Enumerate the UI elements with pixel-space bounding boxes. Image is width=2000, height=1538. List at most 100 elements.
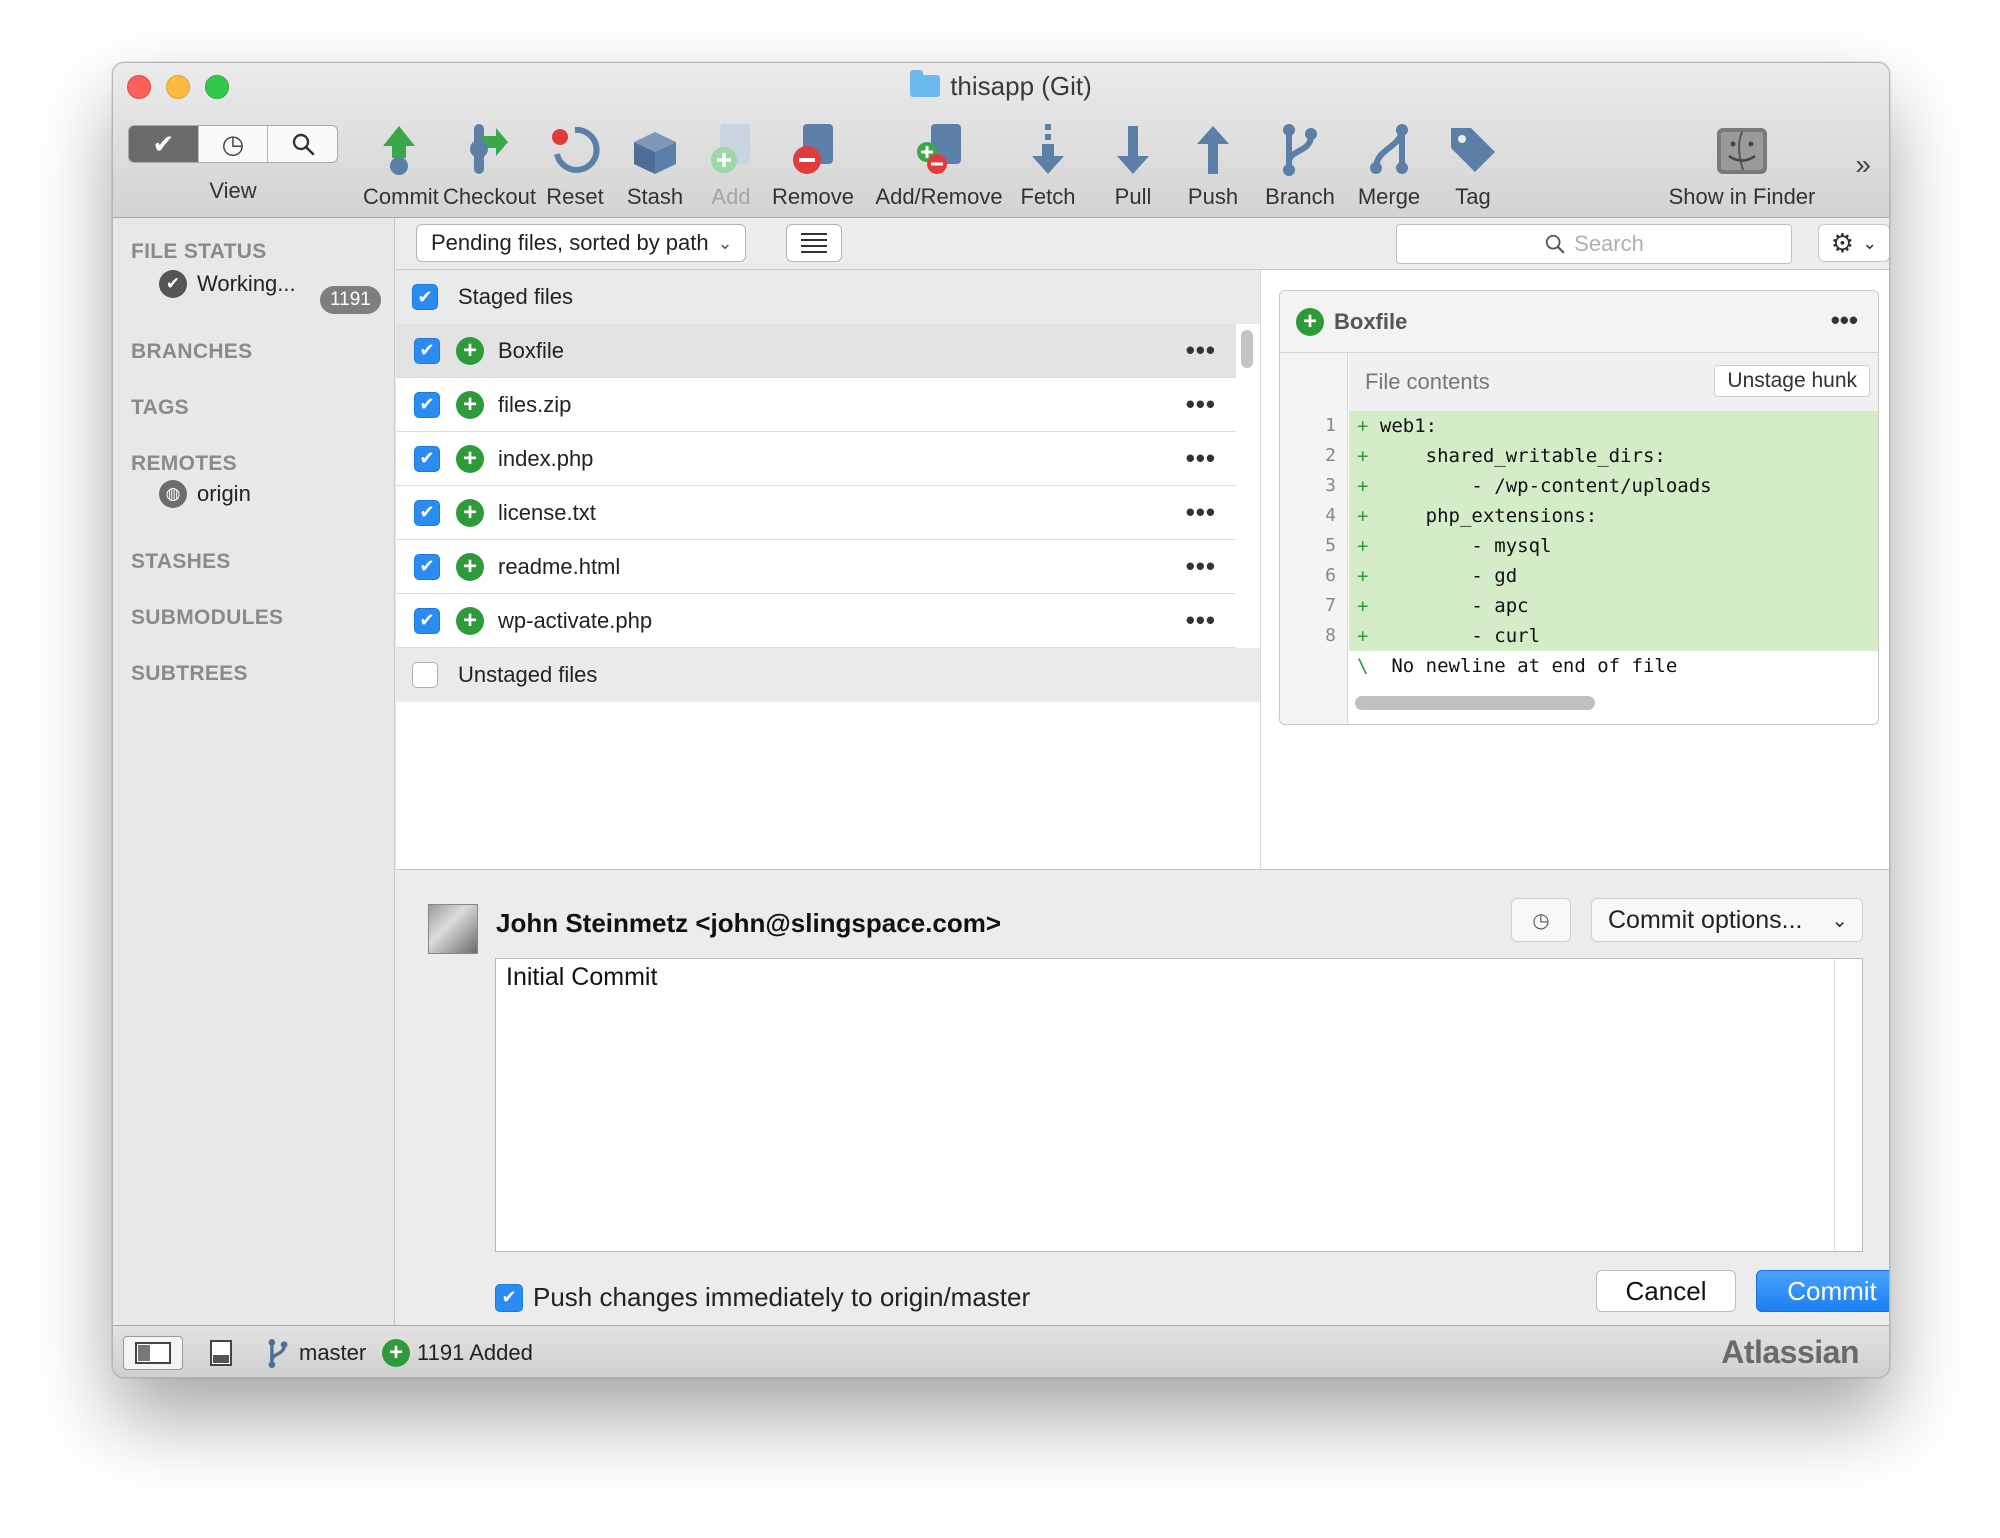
more-actions-icon[interactable]: •••: [1186, 605, 1216, 636]
titlebar-toolbar: thisapp (Git) ✔ ◷ View Commit Checkout R…: [113, 63, 1889, 218]
commit-history-button[interactable]: ◷: [1511, 898, 1571, 942]
checkout-icon: [470, 124, 508, 174]
search-view-button[interactable]: [268, 126, 337, 162]
commit-message-field[interactable]: Initial Commit: [495, 958, 1863, 1252]
hunk-header: File contents Unstage hunk: [1349, 353, 1878, 411]
file-sort-dropdown[interactable]: Pending files, sorted by path ⌄: [416, 224, 746, 262]
toolbar-remove-button[interactable]: Remove: [765, 118, 861, 210]
toolbar-overflow-button[interactable]: »: [1855, 149, 1871, 181]
file-checkbox[interactable]: ✔: [414, 391, 440, 418]
toolbar-checkout-button[interactable]: Checkout: [443, 118, 536, 210]
more-actions-icon[interactable]: •••: [1831, 305, 1858, 336]
file-checkbox[interactable]: ✔: [414, 337, 440, 364]
unstaged-files-group[interactable]: Unstaged files: [396, 648, 1260, 702]
file-checkbox[interactable]: ✔: [414, 553, 440, 580]
current-branch[interactable]: master: [299, 1340, 366, 1366]
settings-menu-button[interactable]: ⚙ ⌄: [1818, 224, 1889, 262]
file-list-scrollbar[interactable]: [1241, 330, 1253, 368]
list-view-toggle-button[interactable]: [786, 224, 842, 262]
file-row[interactable]: ✔ + Boxfile •••: [396, 324, 1236, 378]
sidebar-heading-tags[interactable]: TAGS: [131, 396, 189, 420]
sidebar-toggle-icon: [135, 1342, 171, 1364]
toolbar-stash-button[interactable]: Stash: [620, 118, 690, 210]
file-checkbox[interactable]: ✔: [414, 607, 440, 634]
panel-toggle-icon: [210, 1340, 232, 1366]
added-status-icon: +: [456, 336, 484, 365]
stash-icon: [634, 132, 676, 174]
file-row[interactable]: ✔ + index.php •••: [396, 432, 1236, 486]
added-status-icon: +: [456, 390, 484, 419]
history-view-button[interactable]: ◷: [199, 126, 269, 162]
staged-files-checkbox[interactable]: ✔: [412, 284, 438, 310]
unstage-hunk-button[interactable]: Unstage hunk: [1714, 365, 1870, 397]
view-segmented-control[interactable]: ✔ ◷: [128, 125, 338, 163]
sidebar-item-origin[interactable]: ◍ origin: [159, 480, 251, 508]
more-actions-icon[interactable]: •••: [1186, 551, 1216, 582]
working-copy-count-badge: 1191: [320, 286, 381, 314]
gear-icon: ⚙: [1830, 227, 1855, 258]
tag-icon: [1451, 128, 1495, 172]
sourcetree-window: thisapp (Git) ✔ ◷ View Commit Checkout R…: [112, 62, 1890, 1378]
sidebar-heading-file-status[interactable]: FILE STATUS: [131, 240, 267, 264]
toolbar-add-remove-button[interactable]: Add/Remove: [869, 118, 1009, 210]
finder-icon: [1717, 128, 1767, 174]
status-summary: 1191 Added: [417, 1340, 533, 1365]
sidebar-heading-submodules[interactable]: SUBMODULES: [131, 606, 283, 630]
file-row[interactable]: ✔ + files.zip •••: [396, 378, 1236, 432]
commit-button[interactable]: Commit: [1756, 1270, 1889, 1312]
toolbar-commit-button[interactable]: Commit: [363, 118, 439, 210]
sidebar-item-working-copy[interactable]: ✔ Working...: [159, 270, 296, 298]
toolbar-tag-button[interactable]: Tag: [1443, 118, 1503, 210]
toolbar-merge-button[interactable]: Merge: [1347, 118, 1431, 210]
more-actions-icon[interactable]: •••: [1186, 497, 1216, 528]
sidebar-heading-stashes[interactable]: STASHES: [131, 550, 231, 574]
diff-horizontal-scrollbar[interactable]: [1355, 696, 1595, 710]
diff-line: 1 + web1:: [1280, 411, 1878, 441]
window-title: thisapp (Git): [113, 70, 1889, 102]
push-icon: [1197, 126, 1229, 174]
status-bar: master + 1191 Added Atlassian: [113, 1325, 1889, 1377]
file-row[interactable]: ✔ + wp-activate.php •••: [396, 594, 1236, 648]
staged-files-group[interactable]: ✔ Staged files: [396, 270, 1260, 324]
sidebar-heading-remotes[interactable]: REMOTES: [131, 452, 237, 476]
push-immediately-checkbox[interactable]: ✔: [495, 1283, 523, 1312]
file-status-view-button[interactable]: ✔: [129, 126, 199, 162]
file-checkbox[interactable]: ✔: [414, 499, 440, 526]
toolbar-push-button[interactable]: Push: [1181, 118, 1245, 210]
list-icon: [801, 233, 827, 235]
toolbar-show-in-finder-button[interactable]: Show in Finder: [1658, 118, 1826, 210]
toggle-sidebar-button[interactable]: [123, 1336, 183, 1370]
file-checkbox[interactable]: ✔: [414, 445, 440, 472]
diff-line: 4 + php_extensions:: [1280, 501, 1878, 531]
remove-icon: [793, 124, 833, 174]
file-row[interactable]: ✔ + license.txt •••: [396, 486, 1236, 540]
commit-panel: John Steinmetz <john@slingspace.com> ◷ C…: [396, 869, 1889, 1325]
added-status-icon: +: [456, 444, 484, 473]
file-row[interactable]: ✔ + readme.html •••: [396, 540, 1236, 594]
cancel-button[interactable]: Cancel: [1596, 1270, 1736, 1312]
commit-icon: [383, 126, 415, 175]
chevron-down-icon: ⌄: [1831, 909, 1848, 932]
more-actions-icon[interactable]: •••: [1186, 443, 1216, 474]
fetch-icon: [1032, 124, 1064, 174]
chevron-down-icon: ⌄: [1862, 232, 1878, 253]
search-icon: [292, 133, 314, 156]
sidebar-heading-branches[interactable]: BRANCHES: [131, 340, 252, 364]
sidebar-heading-subtrees[interactable]: SUBTREES: [131, 662, 248, 686]
commit-options-dropdown[interactable]: Commit options... ⌄: [1591, 898, 1863, 942]
branch-icon: [263, 1336, 293, 1370]
search-input[interactable]: Search: [1396, 224, 1792, 264]
toolbar-fetch-button[interactable]: Fetch: [1013, 118, 1083, 210]
more-actions-icon[interactable]: •••: [1186, 389, 1216, 420]
toolbar-add-button[interactable]: Add: [701, 118, 761, 210]
branch-icon: [1283, 124, 1317, 176]
toolbar-pull-button[interactable]: Pull: [1103, 118, 1163, 210]
push-immediately-option[interactable]: ✔ Push changes immediately to origin/mas…: [495, 1282, 1030, 1313]
toolbar-branch-button[interactable]: Branch: [1258, 118, 1342, 210]
unstaged-files-checkbox[interactable]: [412, 662, 438, 688]
toggle-bottom-panel-button[interactable]: [201, 1336, 241, 1370]
toolbar-reset-button[interactable]: Reset: [540, 118, 610, 210]
more-actions-icon[interactable]: •••: [1186, 335, 1216, 366]
commit-message-scrollbar[interactable]: [1834, 959, 1862, 1251]
chevron-down-icon: ⌄: [717, 233, 733, 253]
